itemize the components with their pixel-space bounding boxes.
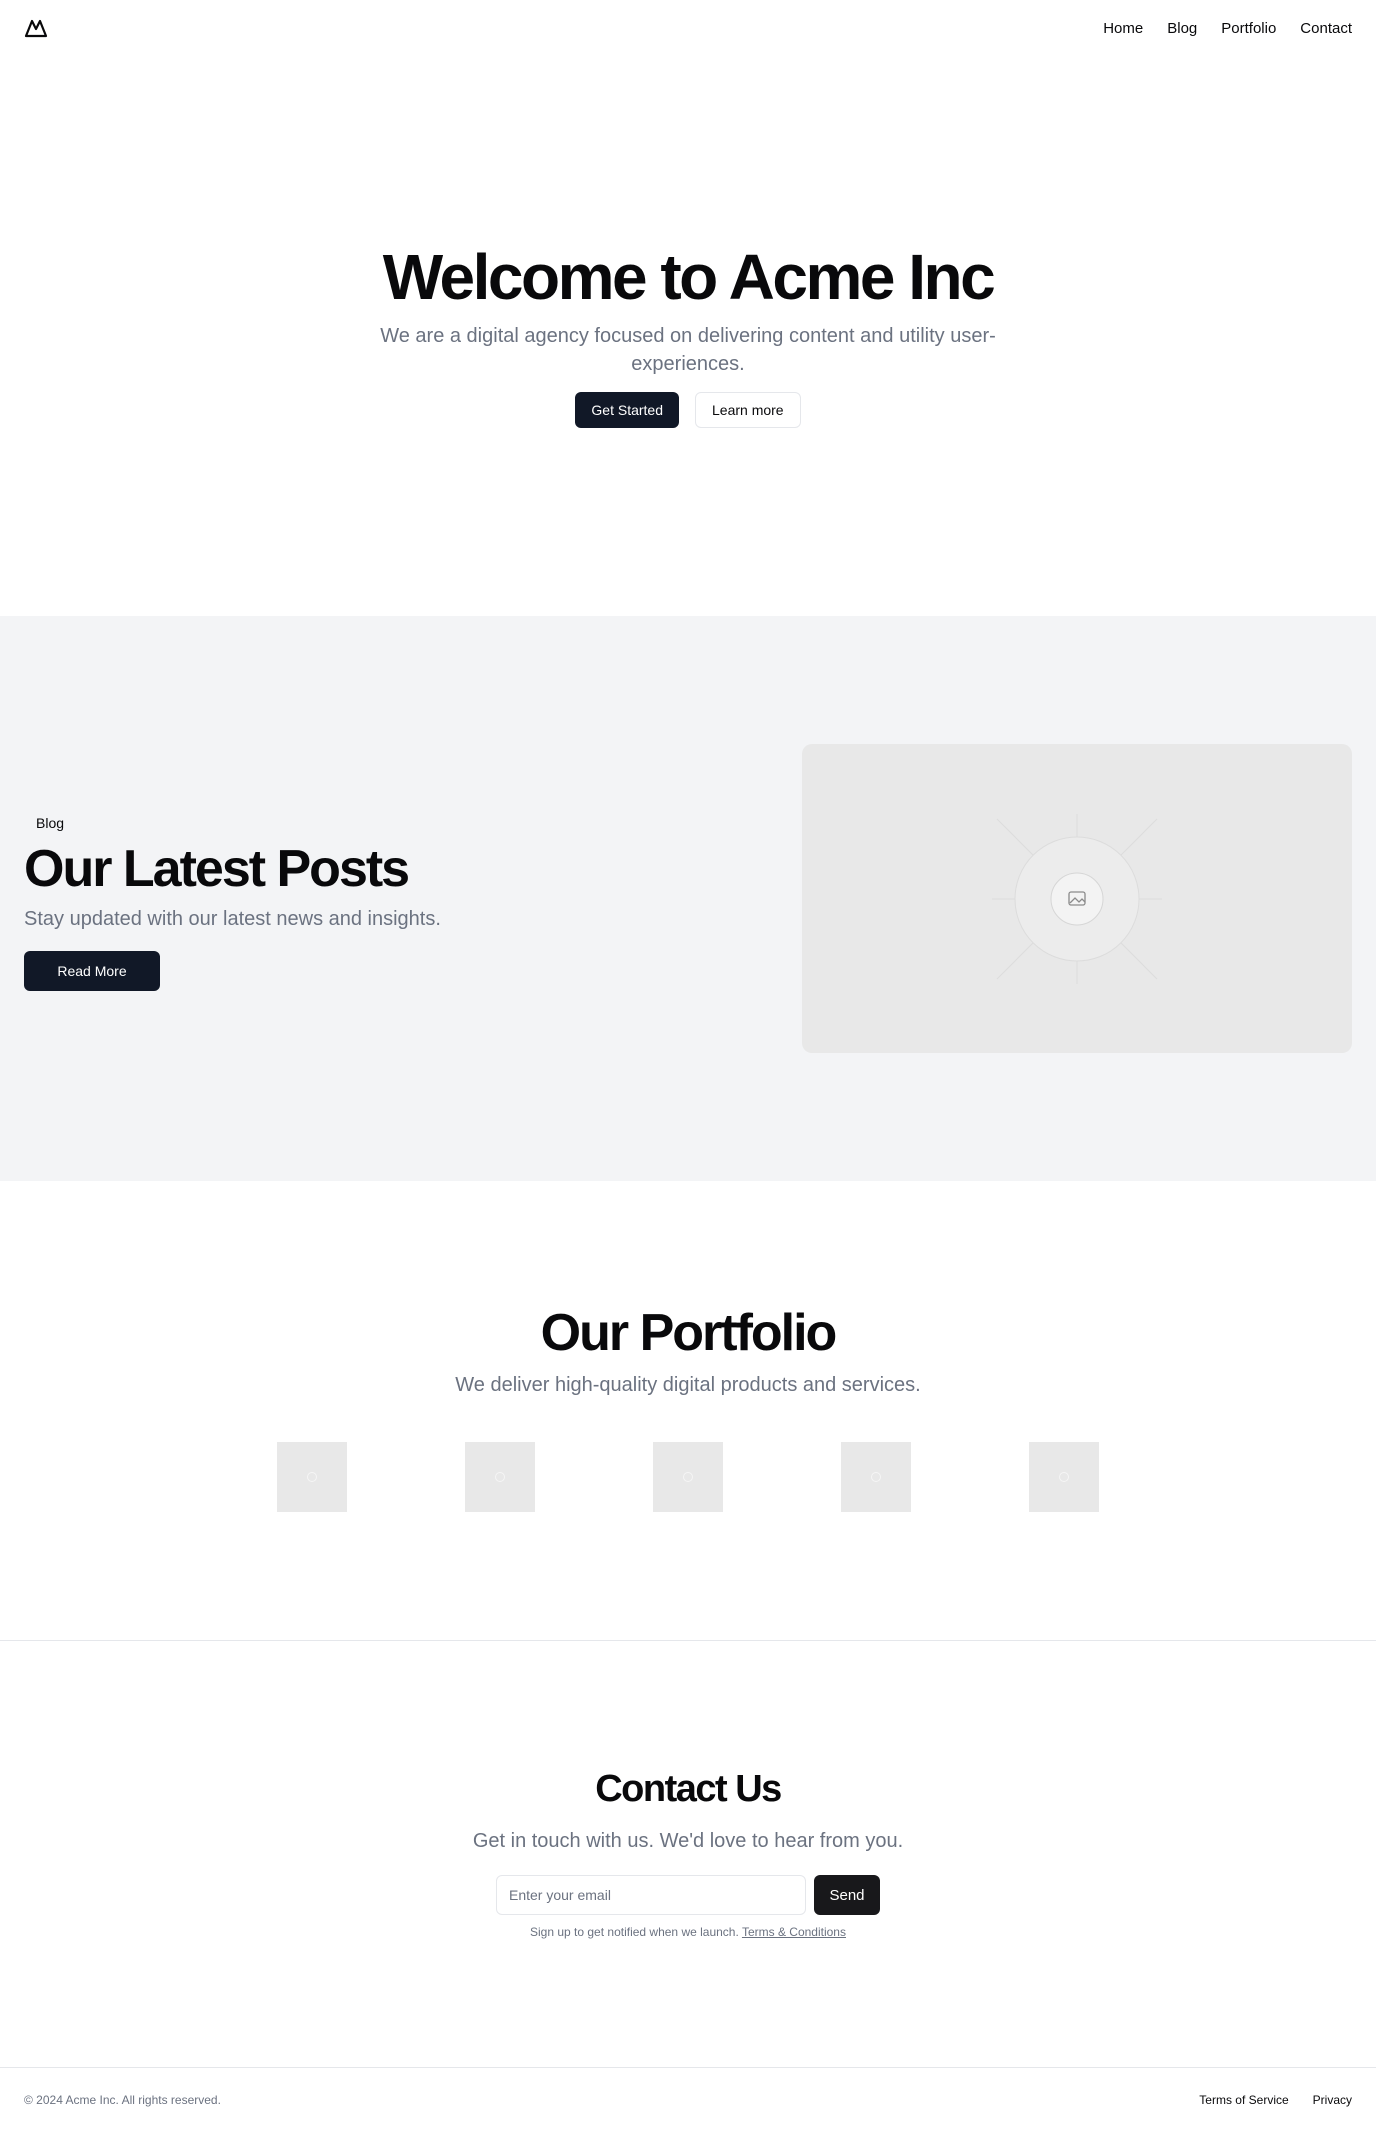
portfolio-subtitle: We deliver high-quality digital products… <box>455 1374 921 1396</box>
main-nav: Home Blog Portfolio Contact <box>1103 20 1352 37</box>
blog-image-placeholder <box>802 744 1352 1053</box>
signup-fine-print: Sign up to get notified when we launch. … <box>0 1925 1376 1939</box>
portfolio-item[interactable] <box>1029 1442 1099 1512</box>
hero-subtitle: We are a digital agency focused on deliv… <box>380 324 996 375</box>
portfolio-grid <box>277 1442 1099 1512</box>
hero-buttons: Get Started Learn more <box>575 391 801 428</box>
hero-section: Welcome to Acme Inc We are a digital age… <box>0 56 1376 616</box>
signup-form: Enter your email Send <box>496 1875 880 1915</box>
portfolio-section: Our Portfolio We deliver high-quality di… <box>0 1181 1376 1641</box>
blog-title: Our Latest Posts <box>24 840 410 898</box>
image-placeholder-icon <box>1059 1472 1069 1482</box>
email-input[interactable]: Enter your email <box>496 1875 806 1915</box>
terms-of-service-link[interactable]: Terms of Service <box>1199 2093 1288 2107</box>
learn-more-button[interactable]: Learn more <box>695 391 801 428</box>
site-footer: © 2024 Acme Inc. All rights reserved. Te… <box>0 2067 1376 2131</box>
image-placeholder-icon <box>871 1472 881 1482</box>
image-placeholder-icon <box>992 814 1162 984</box>
footer-links: Terms of Service Privacy <box>1199 2093 1352 2107</box>
mountain-icon[interactable] <box>24 16 48 40</box>
site-header: Home Blog Portfolio Contact <box>0 0 1376 56</box>
contact-title: Contact Us <box>595 1768 782 1810</box>
image-placeholder-icon <box>683 1472 693 1482</box>
portfolio-title: Our Portfolio <box>540 1304 838 1362</box>
hero-title: Welcome to Acme Inc <box>382 241 996 314</box>
portfolio-item[interactable] <box>465 1442 535 1512</box>
get-started-button[interactable]: Get Started <box>575 391 679 428</box>
contact-subtitle: Get in touch with us. We'd love to hear … <box>472 1830 904 1852</box>
nav-contact-link[interactable]: Contact <box>1300 20 1352 37</box>
blog-tag: Blog <box>24 811 77 835</box>
nav-home-link[interactable]: Home <box>1103 20 1143 37</box>
image-placeholder-icon <box>307 1472 317 1482</box>
read-more-button[interactable]: Read More <box>24 951 160 992</box>
nav-blog-link[interactable]: Blog <box>1167 20 1197 37</box>
blog-section: Blog Our Latest Posts Stay updated with … <box>0 616 1376 1181</box>
blog-intro: Blog Our Latest Posts Stay updated with … <box>24 811 724 992</box>
fine-print-text: Sign up to get notified when we launch. <box>530 1925 739 1939</box>
contact-section: Contact Us Get in touch with us. We'd lo… <box>0 1642 1376 2067</box>
portfolio-item[interactable] <box>653 1442 723 1512</box>
portfolio-item[interactable] <box>277 1442 347 1512</box>
privacy-link[interactable]: Privacy <box>1313 2093 1352 2107</box>
send-button[interactable]: Send <box>814 1875 880 1915</box>
portfolio-item[interactable] <box>841 1442 911 1512</box>
blog-subtitle: Stay updated with our latest news and in… <box>24 908 441 931</box>
terms-conditions-link[interactable]: Terms & Conditions <box>742 1925 846 1939</box>
nav-portfolio-link[interactable]: Portfolio <box>1221 20 1276 37</box>
copyright-text: © 2024 Acme Inc. All rights reserved. <box>24 2092 221 2107</box>
image-placeholder-icon <box>495 1472 505 1482</box>
